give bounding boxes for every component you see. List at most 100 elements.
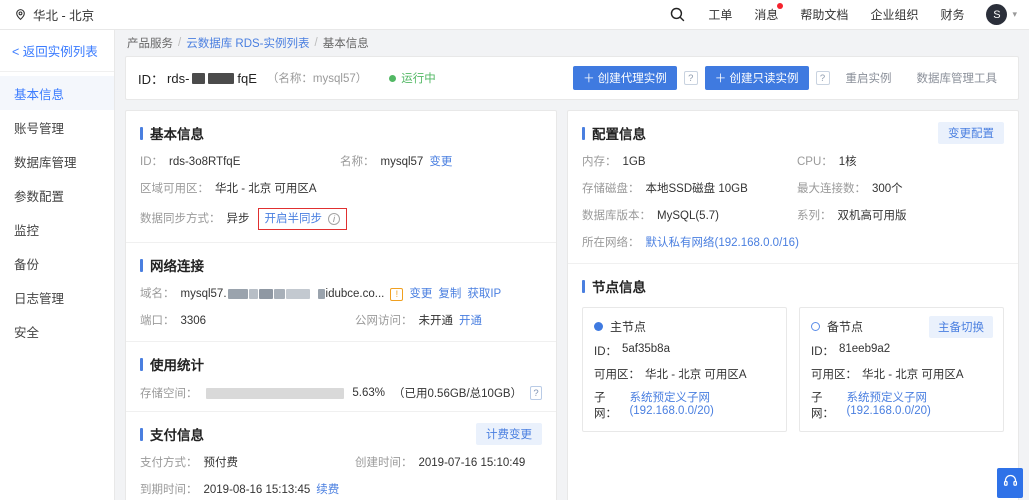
expire-time-field: 到期时间： 2019-08-16 15:13:45 续费 xyxy=(140,482,339,498)
section-title-text: 节点信息 xyxy=(592,280,646,295)
help-icon-proxy[interactable]: ? xyxy=(683,71,698,85)
change-domain-link[interactable]: 变更 xyxy=(409,286,432,302)
field-value: 华北 - 北京 可用区A xyxy=(862,369,964,381)
nav-item-finance[interactable]: 财务 xyxy=(940,6,964,23)
payment-row-expire: 到期时间： 2019-08-16 15:13:45 续费 xyxy=(140,482,542,498)
primary-node-zone: 可用区： 华北 - 北京 可用区A xyxy=(594,366,775,382)
redaction-block xyxy=(208,72,235,84)
nav-label: 财务 xyxy=(940,8,965,22)
field-value: 双机高可用版 xyxy=(837,210,907,222)
sidebar-item-backup[interactable]: 备份 xyxy=(0,246,114,280)
warning-icon[interactable]: ! xyxy=(390,287,404,301)
breadcrumb-instance-list-link[interactable]: 云数据库 RDS-实例列表 xyxy=(186,35,309,51)
nav-item-worktickets[interactable]: 工单 xyxy=(708,6,732,23)
redaction-block xyxy=(227,289,248,299)
section-title-text: 支付信息 xyxy=(150,428,204,443)
field-value: 异步 xyxy=(226,213,250,225)
nav-item-help-docs[interactable]: 帮助文档 xyxy=(800,6,848,23)
help-icon-readonly[interactable]: ? xyxy=(815,71,830,85)
location-pin-icon xyxy=(14,8,27,21)
user-menu[interactable]: S ▾ xyxy=(986,4,1017,25)
field-label: 支付方式： xyxy=(140,457,198,469)
failover-switch-button[interactable]: 主备切换 xyxy=(929,316,993,338)
instance-name-label: （名称：mysql57） xyxy=(266,73,368,85)
field-label: 内存： xyxy=(582,156,617,168)
change-config-button[interactable]: 变更配置 xyxy=(938,122,1004,144)
field-value: 预付费 xyxy=(203,457,239,469)
domain-field: 域名： mysql57. idubce.co... ! 变更 复制 获取IP xyxy=(140,286,501,302)
sidebar-item-log-management[interactable]: 日志管理 xyxy=(0,280,114,314)
primary-node-dot-icon xyxy=(594,322,603,331)
create-readonly-instance-button[interactable]: ＋ 创建只读实例 xyxy=(704,66,809,90)
sidebar-item-monitoring[interactable]: 监控 xyxy=(0,212,114,246)
copy-domain-link[interactable]: 复制 xyxy=(438,286,461,302)
basic-info-row-id: ID： rds-3o8RTfqE 名称： mysql57 变更 xyxy=(140,154,542,170)
max-connections-field: 最大连接数： 300个 xyxy=(797,181,1004,197)
instance-id-field: ID： rds-3o8RTfqE xyxy=(140,154,340,170)
restart-instance-button[interactable]: 重启实例 xyxy=(836,66,901,90)
field-label: 端口： xyxy=(140,315,175,327)
left-column: 基本信息 ID： rds-3o8RTfqE 名称： mysql57 变更 区域可… xyxy=(125,110,557,500)
field-value: 2019-07-16 15:10:49 xyxy=(418,457,526,469)
info-circle-icon[interactable]: i xyxy=(328,213,340,225)
renew-link[interactable]: 续费 xyxy=(316,482,339,498)
sidebar-item-database-management[interactable]: 数据库管理 xyxy=(0,144,114,178)
usage-stats-section: 使用统计 存储空间： 5.63% （已用0.56GB/总10GB） ? xyxy=(126,341,556,411)
instance-header-card: ID： rds- fqE （名称：mysql57） 运行中 ＋ 创建代理实例 ?… xyxy=(125,56,1019,100)
top-header-bar: 华北 - 北京 工单 消息 帮助文档 企业组织 财务 S ▾ xyxy=(0,0,1029,30)
avatar: S xyxy=(986,4,1008,25)
primary-node-subnet: 子网： 系统预定义子网(192.168.0.0/20) xyxy=(594,389,775,421)
config-row-mem-cpu: 内存： 1GB CPU： 1核 xyxy=(582,154,1004,170)
sidebar-item-parameter-config[interactable]: 参数配置 xyxy=(0,178,114,212)
field-label: 存储空间： xyxy=(140,388,198,400)
primary-node-card: 主节点 ID： 5af35b8a 可用区： 华北 - 北京 可用区A 子网： 系… xyxy=(582,307,787,432)
section-marker-icon xyxy=(140,126,143,140)
payment-row-method: 支付方式： 预付费 创建时间： 2019-07-16 15:10:49 xyxy=(140,455,542,471)
storage-detail-text: （已用0.56GB/总10GB） xyxy=(392,388,523,400)
nav-item-enterprise-org[interactable]: 企业组织 xyxy=(870,6,918,23)
section-title-text: 网络连接 xyxy=(150,259,204,274)
sidebar-item-basic-info[interactable]: 基本信息 xyxy=(0,76,114,110)
nav-label: 消息 xyxy=(754,8,779,22)
support-widget-button[interactable] xyxy=(997,468,1023,498)
search-icon[interactable] xyxy=(669,6,686,23)
basic-info-title: 基本信息 xyxy=(140,123,542,143)
payment-info-section: 支付信息 计费变更 支付方式： 预付费 创建时间： 2019-07-16 15:… xyxy=(126,411,556,500)
database-management-tool-button[interactable]: 数据库管理工具 xyxy=(907,66,1006,90)
enable-public-access-link[interactable]: 开通 xyxy=(459,313,482,329)
basic-info-row-sync: 数据同步方式： 异步 开启半同步 i xyxy=(140,208,542,230)
create-proxy-instance-button[interactable]: ＋ 创建代理实例 xyxy=(573,66,677,90)
sidebar-menu: 基本信息 账号管理 数据库管理 参数配置 监控 备份 日志管理 安全 xyxy=(0,72,114,348)
help-icon-storage[interactable]: ? xyxy=(530,386,542,400)
standby-node-id: ID： 81eeb9a2 xyxy=(811,343,992,359)
vpc-network-link[interactable]: 默认私有网络(192.168.0.0/16) xyxy=(646,235,799,251)
section-marker-icon xyxy=(582,279,585,293)
config-row-version-series: 数据库版本： MySQL(5.7) 系列： 双机高可用版 xyxy=(582,208,1004,224)
field-value: 5af35b8a xyxy=(622,343,670,355)
region-selector[interactable]: 华北 - 北京 xyxy=(0,5,94,24)
enable-semisync-link[interactable]: 开启半同步 xyxy=(265,211,323,227)
get-ip-link[interactable]: 获取IP xyxy=(467,286,501,302)
breadcrumb-root[interactable]: 产品服务 xyxy=(127,35,173,51)
section-marker-icon xyxy=(140,258,143,272)
nav-item-messages[interactable]: 消息 xyxy=(754,3,784,23)
sync-mode-field: 数据同步方式： 异步 开启半同步 i xyxy=(140,208,347,230)
network-row-domain: 域名： mysql57. idubce.co... ! 变更 复制 获取IP xyxy=(140,286,542,302)
config-row-disk-conn: 存储磁盘： 本地SSD磁盘 10GB 最大连接数： 300个 xyxy=(582,181,1004,197)
field-label: 所在网络： xyxy=(582,237,640,249)
billing-change-button[interactable]: 计费变更 xyxy=(476,423,542,445)
standby-node-title: 备节点 xyxy=(827,320,864,334)
change-name-link[interactable]: 变更 xyxy=(429,154,452,170)
field-label: ID： xyxy=(594,346,617,358)
standby-subnet-link[interactable]: 系统预定义子网(192.168.0.0/20) xyxy=(846,389,992,421)
field-label: 区域可用区： xyxy=(140,183,209,195)
sidebar-item-account-management[interactable]: 账号管理 xyxy=(0,110,114,144)
standby-node-dot-icon xyxy=(811,322,820,331)
node-cards: 主节点 ID： 5af35b8a 可用区： 华北 - 北京 可用区A 子网： 系… xyxy=(582,307,1004,432)
field-label: 公网访问： xyxy=(355,315,413,327)
sidebar-item-security[interactable]: 安全 xyxy=(0,314,114,348)
storage-progress-bar xyxy=(205,387,345,399)
node-info-section: 节点信息 主节点 ID： 5af35b8a 可用区： 华北 - 北京 可用区A … xyxy=(568,263,1018,442)
back-to-instance-list-link[interactable]: < 返回实例列表 xyxy=(0,30,114,72)
primary-subnet-link[interactable]: 系统预定义子网(192.168.0.0/20) xyxy=(629,389,775,421)
